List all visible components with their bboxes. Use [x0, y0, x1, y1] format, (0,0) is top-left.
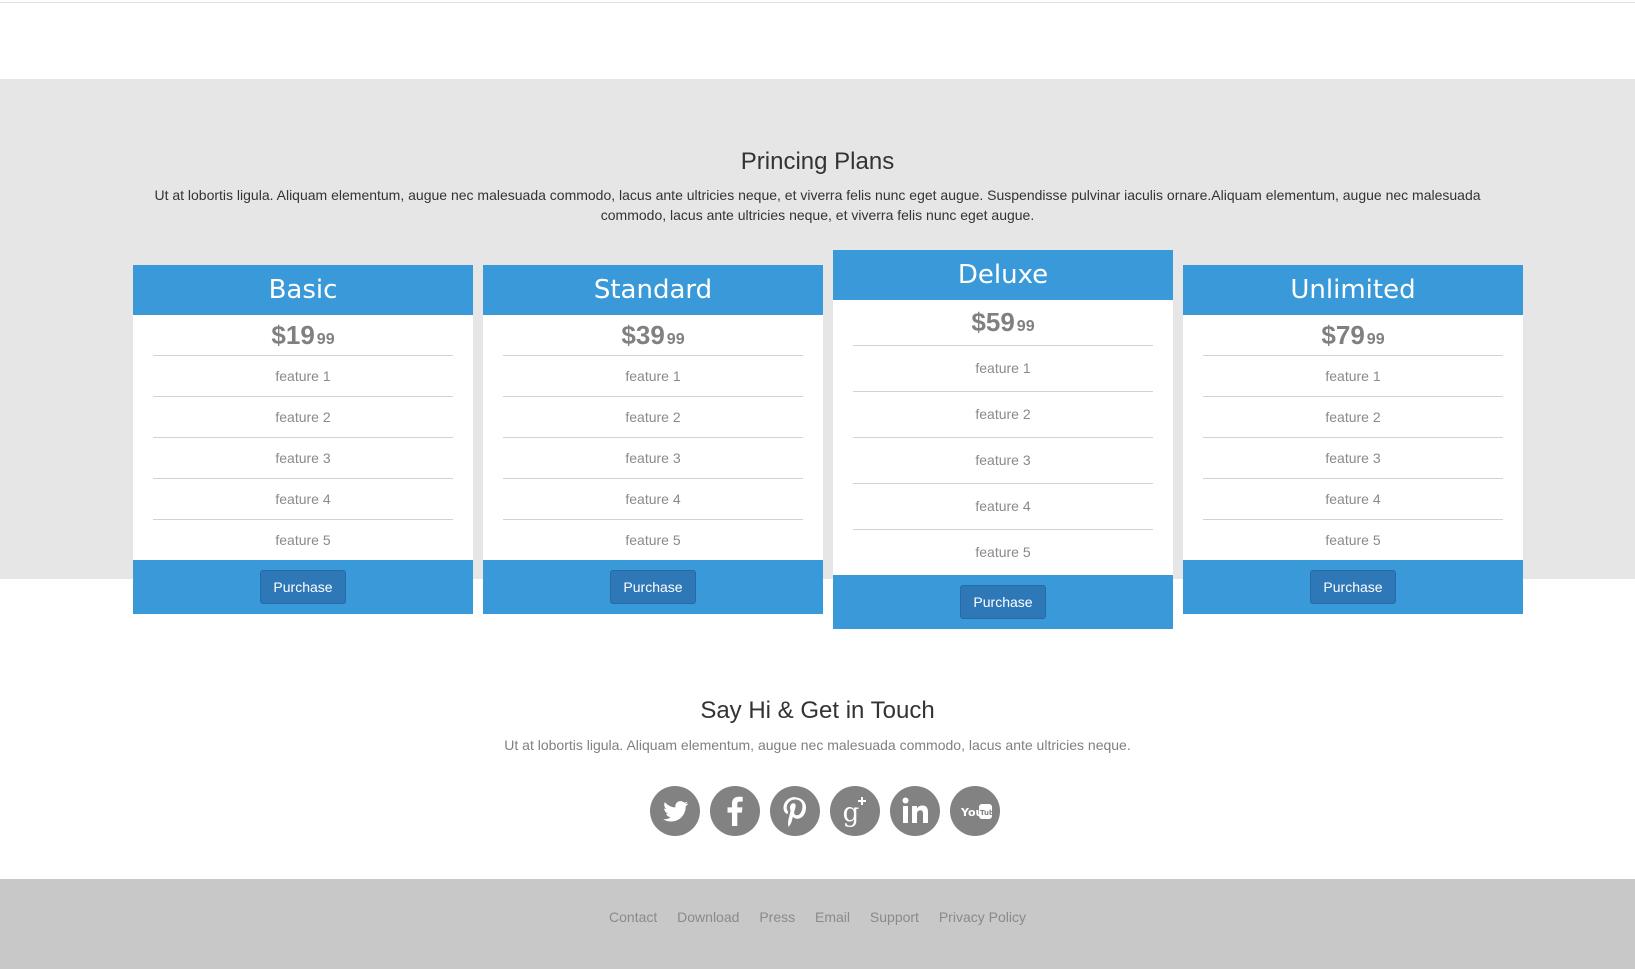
price-cents: 99	[316, 331, 335, 348]
feature-item: feature 4	[1203, 479, 1503, 520]
footer-link-download[interactable]: Download	[677, 909, 739, 925]
price-amount: $79	[1321, 320, 1365, 350]
plan-price: $39 99	[503, 315, 803, 356]
plan-card-basic: Basic $19 99 feature 1 feature 2 feature …	[133, 265, 473, 614]
feature-item: feature 2	[153, 397, 453, 438]
purchase-button-deluxe[interactable]: Purchase	[960, 585, 1046, 619]
footer-nav: Contact Download Press Email Support Pri…	[0, 909, 1635, 925]
feature-item: feature 1	[503, 356, 803, 397]
plan-name: Deluxe	[833, 250, 1173, 300]
feature-list: feature 1 feature 2 feature 3 feature 4 …	[1183, 356, 1523, 560]
contact-description: Ut at lobortis ligula. Aliquam elementum…	[504, 737, 1131, 753]
feature-item: feature 2	[1203, 397, 1503, 438]
feature-item: feature 4	[503, 479, 803, 520]
price-cents: 99	[666, 331, 685, 348]
plan-name: Standard	[483, 265, 823, 315]
price-amount: $59	[971, 307, 1015, 337]
twitter-icon[interactable]	[649, 785, 701, 837]
feature-item: feature 4	[853, 484, 1153, 530]
linkedin-icon[interactable]	[889, 785, 941, 837]
feature-list: feature 1 feature 2 feature 3 feature 4 …	[833, 346, 1173, 575]
purchase-button-basic[interactable]: Purchase	[260, 570, 346, 604]
purchase-button-unlimited[interactable]: Purchase	[1310, 570, 1396, 604]
footer-link-privacy-policy[interactable]: Privacy Policy	[939, 909, 1026, 925]
feature-item: feature 1	[853, 346, 1153, 392]
feature-list: feature 1 feature 2 feature 3 feature 4 …	[483, 356, 823, 560]
plan-card-standard: Standard $39 99 feature 1 feature 2 featu…	[483, 265, 823, 614]
facebook-icon[interactable]	[709, 785, 761, 837]
top-divider	[0, 2, 1635, 3]
feature-item: feature 2	[853, 392, 1153, 438]
feature-item: feature 3	[1203, 438, 1503, 479]
plan-name: Basic	[133, 265, 473, 315]
pinterest-icon[interactable]	[769, 785, 821, 837]
feature-list: feature 1 feature 2 feature 3 feature 4 …	[133, 356, 473, 560]
svg-text:Tube: Tube	[980, 809, 999, 817]
pricing-description: Ut at lobortis ligula. Aliquam elementum…	[154, 187, 1481, 223]
price-amount: $39	[621, 320, 665, 350]
feature-item: feature 3	[853, 438, 1153, 484]
feature-item: feature 5	[275, 532, 331, 548]
feature-item: feature 5	[625, 532, 681, 548]
footer-link-email[interactable]: Email	[815, 909, 850, 925]
purchase-button-standard[interactable]: Purchase	[610, 570, 696, 604]
plan-footer: Purchase	[483, 560, 823, 614]
feature-item: feature 5	[975, 544, 1031, 560]
price-cents: 99	[1016, 318, 1035, 335]
price-amount: $19	[271, 320, 315, 350]
feature-item: feature 4	[153, 479, 453, 520]
google-plus-icon[interactable]: g	[829, 785, 881, 837]
price-cents: 99	[1366, 331, 1385, 348]
feature-item: feature 2	[503, 397, 803, 438]
youtube-icon[interactable]: You Tube	[949, 785, 1001, 837]
footer-link-contact[interactable]: Contact	[609, 909, 657, 925]
footer-link-support[interactable]: Support	[870, 909, 919, 925]
feature-item: feature 5	[1325, 532, 1381, 548]
feature-item: feature 3	[503, 438, 803, 479]
plan-price: $19 99	[153, 315, 453, 356]
svg-text:g: g	[843, 798, 860, 828]
footer-link-press[interactable]: Press	[759, 909, 795, 925]
plan-name: Unlimited	[1183, 265, 1523, 315]
plan-price: $59 99	[853, 300, 1153, 346]
feature-item: feature 3	[153, 438, 453, 479]
plan-footer: Purchase	[133, 560, 473, 614]
plan-card-deluxe: Deluxe $59 99 feature 1 feature 2 feature…	[833, 250, 1173, 629]
contact-title: Say Hi & Get in Touch	[700, 697, 935, 724]
plan-card-unlimited: Unlimited $79 99 feature 1 feature 2 feat…	[1183, 265, 1523, 614]
feature-item: feature 1	[153, 356, 453, 397]
feature-item: feature 1	[1203, 356, 1503, 397]
plan-price: $79 99	[1203, 315, 1503, 356]
plan-footer: Purchase	[833, 575, 1173, 629]
pricing-title: Princing Plans	[740, 148, 895, 175]
plan-footer: Purchase	[1183, 560, 1523, 614]
